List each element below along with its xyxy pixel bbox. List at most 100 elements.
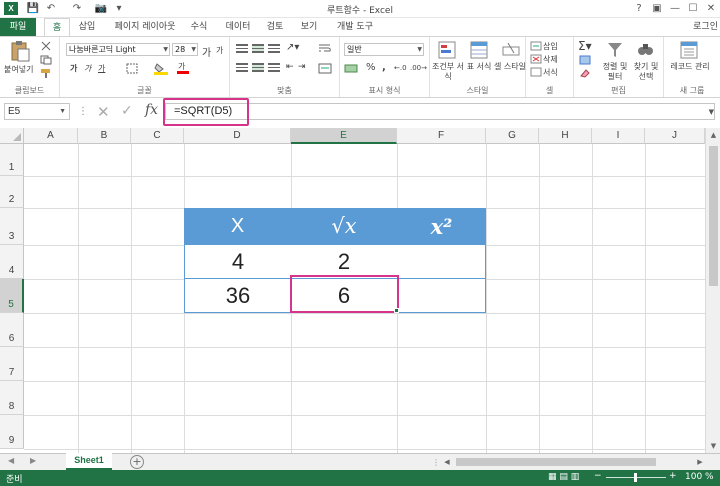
zoom-slider-knob[interactable] [634, 473, 637, 482]
merge-center-icon[interactable] [318, 63, 332, 74]
align-left-icon[interactable] [236, 63, 248, 72]
sort-filter-icon[interactable] [606, 41, 624, 59]
select-all-corner[interactable] [0, 128, 24, 144]
align-center-icon[interactable] [252, 63, 264, 72]
fill-color-icon[interactable] [154, 62, 168, 75]
scroll-right-icon[interactable]: ▶ [695, 456, 705, 468]
column-header-g[interactable]: G [486, 128, 539, 144]
maximize-icon[interactable]: ☐ [686, 2, 700, 15]
paste-icon[interactable] [10, 40, 30, 62]
conditional-format-icon[interactable] [438, 41, 456, 59]
insert-function-button[interactable]: fx [145, 102, 158, 118]
insert-cells-label[interactable]: 삽입 [543, 41, 558, 52]
format-cells-label[interactable]: 서식 [543, 67, 558, 78]
delete-cells-label[interactable]: 삭제 [543, 54, 558, 65]
cell-styles-icon[interactable] [502, 41, 520, 59]
row-header-4[interactable]: 4 [0, 245, 24, 279]
zoom-out-icon[interactable]: − [594, 471, 602, 481]
row-header-7[interactable]: 7 [0, 347, 24, 381]
decrease-indent-icon[interactable]: ⇤ [286, 62, 294, 72]
tab-insert[interactable]: 삽입 [74, 18, 100, 36]
column-header-a[interactable]: A [24, 128, 78, 144]
find-select-label[interactable]: 찾기 및 선택 [630, 62, 662, 82]
align-bottom-icon[interactable] [268, 44, 280, 53]
border-icon[interactable] [126, 63, 138, 74]
add-sheet-button[interactable]: + [130, 455, 144, 469]
cell-d4[interactable]: 4 [185, 245, 291, 279]
column-header-b[interactable]: B [78, 128, 131, 144]
fill-icon[interactable] [579, 55, 591, 65]
conditional-format-label[interactable]: 조건부 서식 [432, 62, 464, 82]
column-header-i[interactable]: I [592, 128, 645, 144]
help-icon[interactable]: ? [632, 2, 646, 15]
column-header-f[interactable]: F [397, 128, 486, 144]
expand-formula-icon[interactable]: ▼ [709, 108, 714, 116]
name-box[interactable]: E5 ▼ [4, 103, 70, 120]
autosum-icon[interactable]: Σ▾ [578, 39, 592, 53]
bold-button[interactable]: 가 [70, 63, 77, 74]
zoom-in-icon[interactable]: + [669, 471, 677, 481]
scroll-left-icon[interactable]: ◀ [442, 456, 452, 468]
format-cells-icon[interactable] [530, 67, 542, 77]
vertical-scroll-thumb[interactable] [709, 146, 718, 286]
prev-sheet-icon[interactable]: ◀ [8, 456, 14, 465]
confirm-icon[interactable]: ✓ [121, 103, 133, 119]
tab-view[interactable]: 보기 [296, 18, 322, 36]
row-header-9[interactable]: 9 [0, 415, 24, 449]
clear-icon[interactable] [579, 68, 591, 78]
decrease-decimal-icon[interactable]: .00→ [410, 64, 427, 72]
minimize-icon[interactable]: — [668, 2, 682, 15]
row-header-5[interactable]: 5 [0, 279, 24, 313]
record-management-label[interactable]: 레코드 관리 [668, 62, 712, 72]
zoom-level[interactable]: 100 % [685, 472, 714, 482]
column-header-d[interactable]: D [184, 128, 291, 144]
tab-developer[interactable]: 개발 도구 [330, 18, 380, 36]
cell-f5[interactable] [397, 279, 485, 313]
sort-filter-label[interactable]: 정렬 및 필터 [600, 62, 630, 82]
align-top-icon[interactable] [236, 44, 248, 53]
find-select-icon[interactable] [636, 41, 654, 59]
column-header-c[interactable]: C [131, 128, 184, 144]
table-header-sqrt-x[interactable]: √x [291, 208, 397, 245]
scroll-up-icon[interactable]: ▲ [706, 128, 720, 142]
column-header-h[interactable]: H [539, 128, 592, 144]
vertical-scrollbar[interactable]: ▲ ▼ [705, 128, 720, 453]
column-header-j[interactable]: J [645, 128, 705, 144]
number-format-combo[interactable]: 일반 ▼ [344, 43, 424, 56]
font-name-combo[interactable]: 나눔바른고딕 Light ▼ [66, 43, 170, 56]
cell-d5[interactable]: 36 [185, 279, 291, 313]
fill-handle[interactable] [394, 308, 399, 313]
cell-styles-label[interactable]: 셀 스타일 [494, 62, 526, 72]
wrap-text-icon[interactable] [318, 43, 332, 54]
increase-indent-icon[interactable]: ⇥ [298, 62, 306, 72]
table-header-x-squared[interactable]: x² [397, 208, 486, 245]
align-middle-icon[interactable] [252, 44, 264, 53]
cut-icon[interactable] [40, 41, 52, 51]
currency-icon[interactable] [344, 63, 358, 74]
next-sheet-icon[interactable]: ▶ [30, 456, 36, 465]
font-size-combo[interactable]: 28 ▼ [172, 43, 198, 56]
tab-review[interactable]: 검토 [262, 18, 288, 36]
record-management-icon[interactable] [680, 41, 698, 59]
cell-e4[interactable]: 2 [291, 245, 397, 279]
cell-f4[interactable] [397, 245, 485, 279]
tab-formulas[interactable]: 수식 [186, 18, 212, 36]
percent-button[interactable]: % [366, 62, 376, 73]
view-buttons[interactable]: ▦ ▤ ▥ [548, 472, 579, 482]
shrink-font-button[interactable]: 가 [216, 45, 223, 56]
increase-decimal-icon[interactable]: ←.0 [394, 64, 407, 72]
table-header-x[interactable]: X [184, 208, 291, 245]
login-link[interactable]: 로그인 [693, 18, 718, 36]
ribbon-display-icon[interactable]: ▣ [650, 2, 664, 15]
format-table-icon[interactable] [470, 41, 488, 59]
cancel-icon[interactable]: ✕ [97, 103, 110, 121]
grow-font-button[interactable]: 가 [202, 44, 211, 59]
tab-file[interactable]: 파일 [0, 18, 36, 36]
align-right-icon[interactable] [268, 63, 280, 72]
column-header-e[interactable]: E [291, 128, 397, 144]
close-icon[interactable]: ✕ [704, 2, 718, 15]
scroll-down-icon[interactable]: ▼ [706, 439, 720, 453]
paste-button-label[interactable]: 붙여넣기 [4, 64, 33, 75]
more-options-icon[interactable]: ⋮ [78, 106, 88, 117]
tab-split-handle[interactable]: ⋮ [432, 458, 440, 467]
